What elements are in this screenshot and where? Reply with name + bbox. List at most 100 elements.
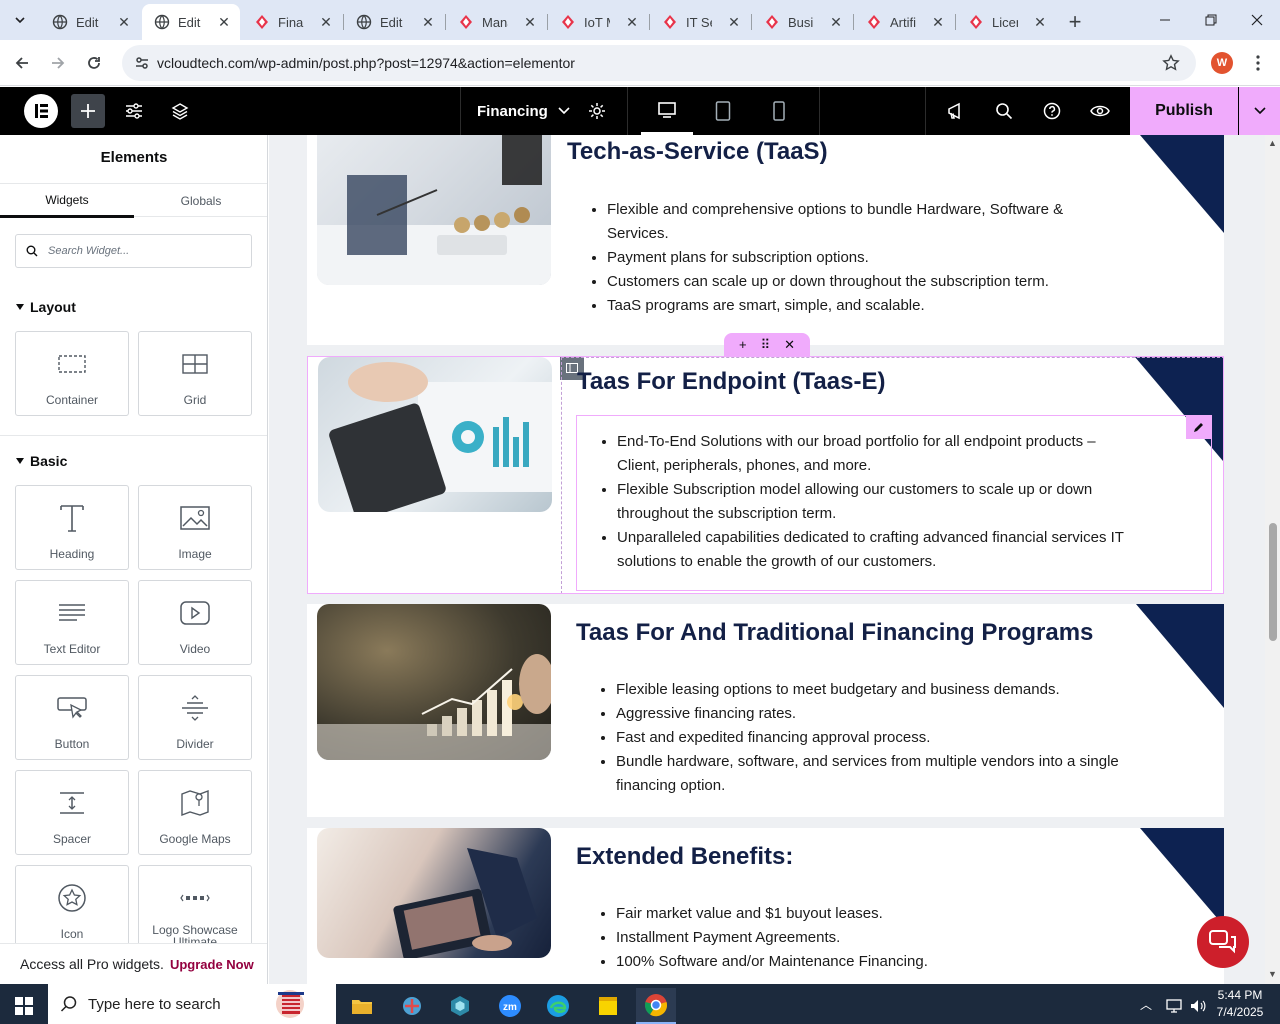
section-traditional-financing[interactable]: Taas For And Traditional Financing Progr… (307, 604, 1224, 817)
add-container-icon[interactable]: + (739, 337, 747, 352)
upgrade-link[interactable]: Upgrade Now (170, 957, 254, 972)
close-tab-icon[interactable]: ✕ (624, 14, 640, 30)
new-tab-button[interactable]: + (1060, 4, 1090, 40)
widget-search-input[interactable]: Search Widget... (15, 234, 252, 268)
start-button[interactable] (4, 988, 44, 1024)
preview-button[interactable] (1077, 87, 1123, 135)
bookmark-star-icon[interactable] (1162, 54, 1180, 72)
notifications-button[interactable] (933, 87, 979, 135)
browser-tab[interactable]: IT Ser ✕ (650, 4, 750, 40)
section-heading[interactable]: Tech-as-Service (TaaS) (567, 138, 828, 166)
browser-tab-active[interactable]: Edit “I ✕ (142, 4, 240, 40)
close-tab-icon[interactable]: ✕ (216, 14, 232, 30)
minimize-button[interactable] (1142, 0, 1188, 40)
app-button[interactable] (440, 988, 480, 1024)
canvas-scrollbar[interactable]: ▲ ▼ (1265, 135, 1280, 984)
page-name-dropdown[interactable]: Financing (477, 87, 570, 135)
browser-tab[interactable]: Edit “( ✕ (40, 4, 140, 40)
section-image[interactable] (318, 357, 552, 512)
drag-handle-icon[interactable]: ⠿ (761, 337, 771, 353)
widget-image[interactable]: Image (138, 485, 252, 570)
container-handle[interactable]: + ⠿ ✕ (724, 333, 810, 356)
site-settings-icon[interactable] (134, 55, 150, 71)
publish-options-button[interactable] (1239, 87, 1280, 135)
tablet-view-button[interactable] (699, 87, 747, 135)
widget-button[interactable]: Button (15, 675, 129, 760)
section-heading[interactable]: Taas For Endpoint (Taas-E) (577, 368, 885, 396)
widget-spacer[interactable]: Spacer (15, 770, 129, 855)
section-list[interactable]: Fair market value and $1 buyout leases. … (596, 902, 1141, 974)
add-element-button[interactable] (71, 94, 105, 128)
browser-tab[interactable]: Busin ✕ (752, 4, 852, 40)
close-tab-icon[interactable]: ✕ (522, 14, 538, 30)
section-image[interactable] (317, 135, 551, 285)
elementor-logo-button[interactable] (18, 87, 64, 135)
scrollbar-thumb[interactable] (1269, 523, 1277, 641)
section-list[interactable]: End-To-End Solutions with our broad port… (597, 430, 1142, 574)
finder-button[interactable] (981, 87, 1027, 135)
category-basic[interactable]: Basic (16, 453, 67, 469)
close-tab-icon[interactable]: ✕ (930, 14, 946, 30)
category-layout[interactable]: Layout (16, 299, 76, 315)
widget-heading[interactable]: Heading (15, 485, 129, 570)
close-tab-icon[interactable]: ✕ (318, 14, 334, 30)
scroll-down-icon[interactable]: ▼ (1268, 969, 1277, 979)
section-list[interactable]: Flexible leasing options to meet budgeta… (596, 678, 1141, 798)
browser-tab[interactable]: Licens ✕ (956, 4, 1056, 40)
taskbar-search-box[interactable]: Type here to search (48, 984, 336, 1024)
section-extended-benefits[interactable]: Extended Benefits: Fair market value and… (307, 828, 1224, 984)
section-image[interactable] (317, 828, 551, 958)
section-heading[interactable]: Taas For And Traditional Financing Progr… (576, 619, 1093, 647)
section-taas-e[interactable]: Taas For Endpoint (Taas-E) End-To-End So… (307, 356, 1224, 594)
page-settings-button[interactable] (574, 87, 620, 135)
widget-icon[interactable]: Icon (15, 865, 129, 950)
browser-tab[interactable]: Finan ✕ (242, 4, 342, 40)
volume-tray-button[interactable] (1181, 988, 1215, 1024)
back-button[interactable] (6, 47, 38, 79)
profile-avatar[interactable]: W (1211, 52, 1233, 74)
widget-text-editor[interactable]: Text Editor (15, 580, 129, 665)
file-explorer-button[interactable] (342, 988, 382, 1024)
mobile-view-button[interactable] (755, 87, 803, 135)
zoom-button[interactable]: zm (490, 988, 530, 1024)
structure-button[interactable] (157, 87, 203, 135)
section-heading[interactable]: Extended Benefits: (576, 843, 793, 871)
app-button[interactable] (392, 988, 432, 1024)
widget-video[interactable]: Video (138, 580, 252, 665)
edge-button[interactable] (538, 988, 578, 1024)
browser-tab[interactable]: Artific ✕ (854, 4, 954, 40)
section-list[interactable]: Flexible and comprehensive options to bu… (587, 198, 1127, 318)
section-image[interactable] (317, 604, 551, 760)
tab-search-button[interactable] (8, 8, 32, 32)
help-button[interactable] (1029, 87, 1075, 135)
edit-widget-button[interactable] (1186, 415, 1211, 439)
browser-menu-button[interactable] (1242, 47, 1274, 79)
browser-tab[interactable]: Edit “I ✕ (344, 4, 444, 40)
delete-container-icon[interactable]: ✕ (784, 337, 795, 353)
omnibox[interactable]: vcloudtech.com/wp-admin/post.php?post=12… (122, 45, 1196, 81)
browser-tab[interactable]: IoT M ✕ (548, 4, 648, 40)
widget-grid[interactable]: Grid (138, 331, 252, 416)
tray-overflow-icon[interactable]: ︿ (1140, 996, 1152, 1013)
close-tab-icon[interactable]: ✕ (1032, 14, 1048, 30)
forward-button[interactable] (42, 47, 74, 79)
widget-container[interactable]: Container (15, 331, 129, 416)
close-tab-icon[interactable]: ✕ (116, 14, 132, 30)
widget-logo-showcase[interactable]: Logo Showcase Ultimate (138, 865, 252, 950)
chrome-button[interactable] (636, 988, 676, 1024)
taskbar-clock[interactable]: 5:44 PM 7/4/2025 (1212, 987, 1268, 1021)
widget-google-maps[interactable]: Google Maps (138, 770, 252, 855)
widget-divider[interactable]: Divider (138, 675, 252, 760)
close-tab-icon[interactable]: ✕ (828, 14, 844, 30)
publish-button[interactable]: Publish (1130, 87, 1238, 135)
site-settings-button[interactable] (111, 87, 157, 135)
reload-button[interactable] (78, 47, 110, 79)
tab-widgets[interactable]: Widgets (0, 184, 134, 218)
browser-tab[interactable]: Mana ✕ (446, 4, 546, 40)
section-taas[interactable]: Tech-as-Service (TaaS) Flexible and comp… (307, 135, 1224, 345)
sticky-notes-button[interactable] (588, 988, 628, 1024)
close-window-button[interactable] (1234, 0, 1280, 40)
chat-widget-button[interactable] (1197, 916, 1249, 968)
close-tab-icon[interactable]: ✕ (420, 14, 436, 30)
tab-globals[interactable]: Globals (134, 184, 267, 218)
